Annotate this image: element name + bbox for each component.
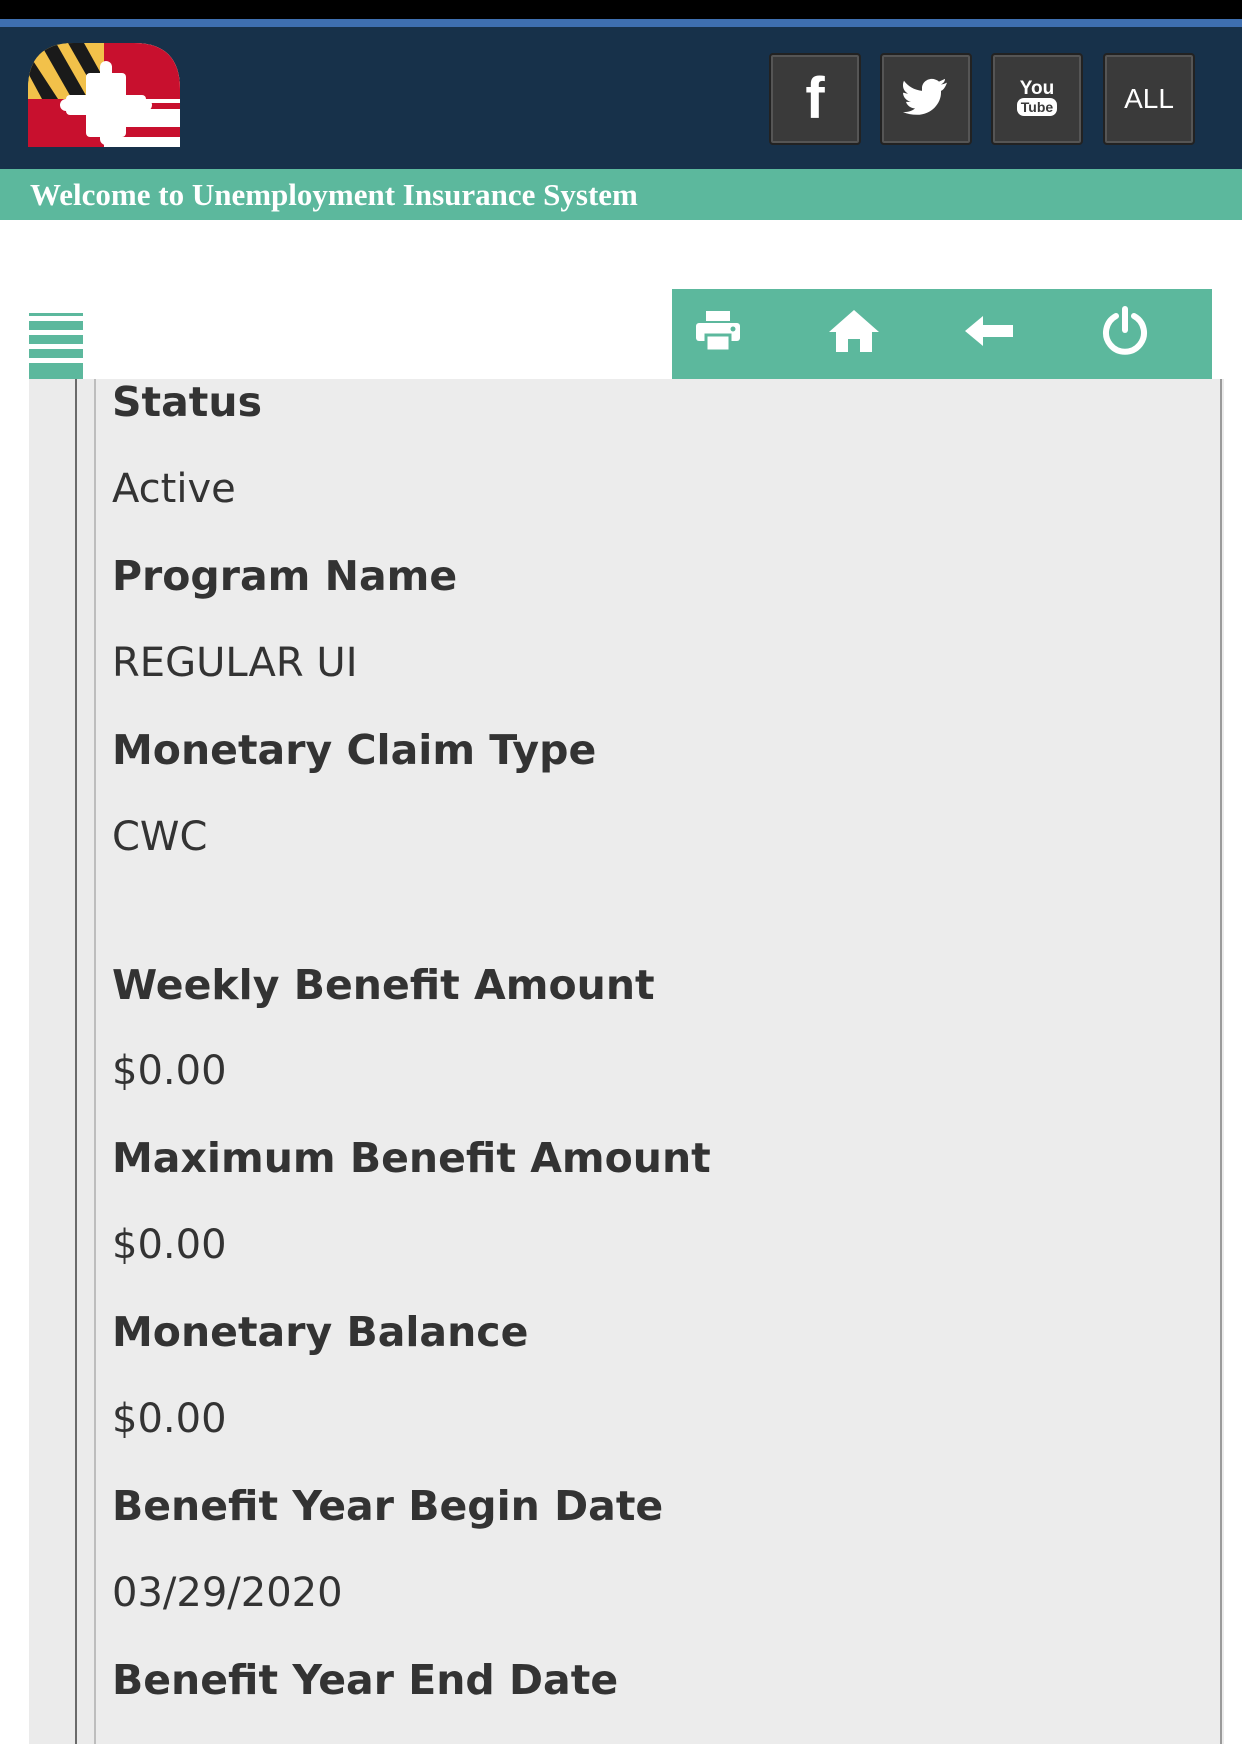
weekly-benefit-amount-label: Weekly Benefit Amount (112, 961, 655, 1009)
weekly-benefit-amount-value: $0.00 (112, 1048, 227, 1094)
power-icon (1100, 306, 1150, 360)
youtube-icon: You Tube (1014, 75, 1060, 123)
print-icon (694, 309, 742, 357)
panel-divider (75, 379, 77, 1744)
benefit-year-begin-date-label: Benefit Year Begin Date (112, 1482, 664, 1530)
maryland-flag-logo[interactable] (28, 43, 180, 147)
home-icon (827, 308, 881, 358)
welcome-bar: Welcome to Unemployment Insurance System (0, 169, 1242, 220)
monetary-claim-type-label: Monetary Claim Type (112, 726, 597, 774)
benefit-year-begin-date-value: 03/29/2020 (112, 1570, 343, 1616)
youtube-button[interactable]: You Tube (991, 53, 1083, 145)
action-toolbar (672, 289, 1212, 379)
twitter-button[interactable] (880, 53, 972, 145)
back-button[interactable] (957, 303, 1021, 363)
monetary-claim-type-value: CWC (112, 814, 208, 860)
maximum-benefit-amount-label: Maximum Benefit Amount (112, 1134, 711, 1182)
logout-button[interactable] (1093, 303, 1157, 363)
monetary-balance-label: Monetary Balance (112, 1308, 529, 1356)
all-icon: ALL (1124, 83, 1174, 114)
program-name-value: REGULAR UI (112, 640, 358, 686)
program-name-label: Program Name (112, 552, 458, 600)
svg-text:You: You (1020, 78, 1054, 99)
status-label: Status (112, 378, 262, 426)
svg-text:Tube: Tube (1021, 99, 1054, 115)
all-social-button[interactable]: ALL (1103, 53, 1195, 145)
facebook-button[interactable]: f (769, 53, 861, 145)
home-button[interactable] (822, 303, 886, 363)
panel-right-gutter (1224, 379, 1242, 1744)
monetary-balance-value: $0.00 (112, 1396, 227, 1442)
maximum-benefit-amount-value: $0.00 (112, 1222, 227, 1268)
back-arrow-icon (963, 314, 1015, 352)
site-header: f You Tube ALL (0, 27, 1242, 169)
status-value: Active (112, 466, 236, 512)
facebook-icon: f (805, 66, 825, 131)
menu-button[interactable] (29, 313, 83, 379)
welcome-text: Welcome to Unemployment Insurance System (30, 177, 638, 212)
status-bar (0, 0, 1242, 19)
print-button[interactable] (686, 303, 750, 363)
benefit-year-end-date-label: Benefit Year End Date (112, 1656, 619, 1704)
twitter-icon (903, 78, 949, 120)
top-accent-stripe (0, 19, 1242, 27)
